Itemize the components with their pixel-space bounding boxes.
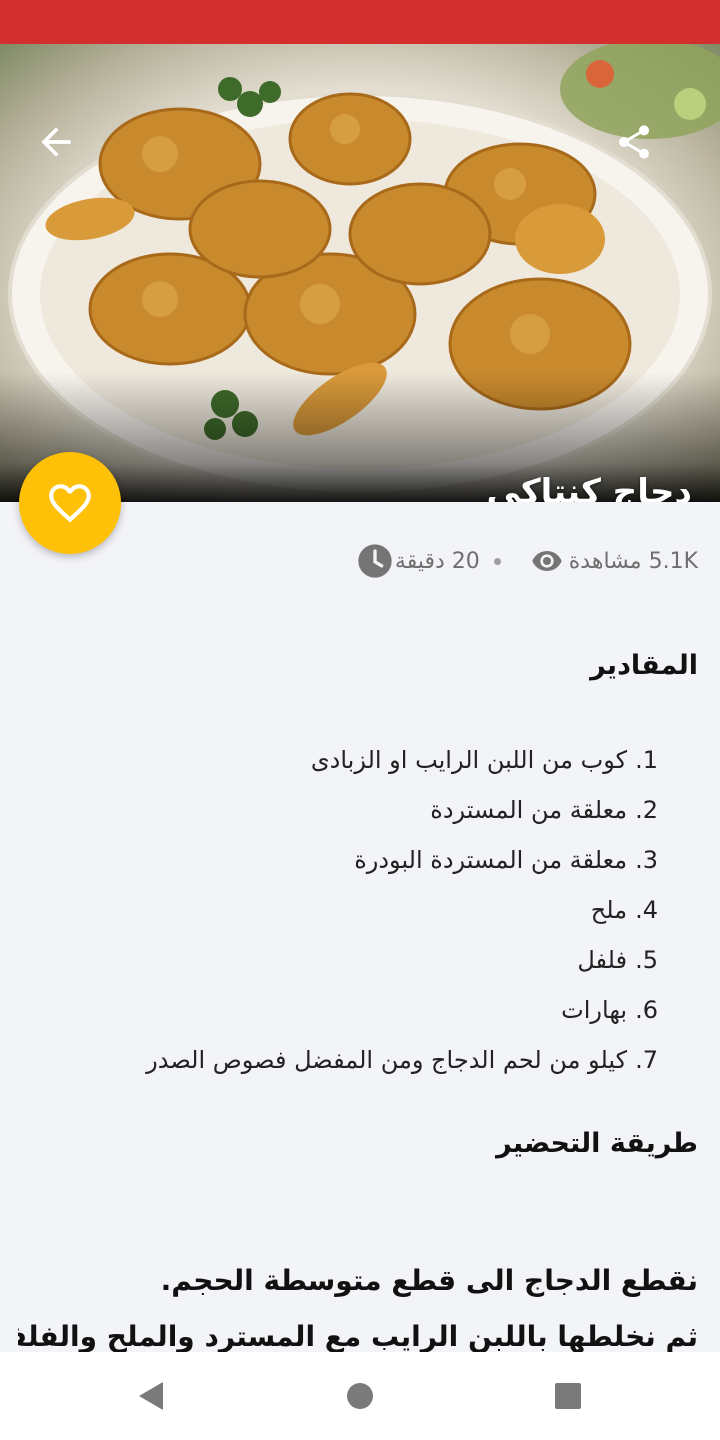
- ingredient-item: 2.معلقة من المستردة: [430, 796, 658, 824]
- share-button[interactable]: [608, 116, 660, 168]
- arrow-left-icon: [41, 127, 71, 157]
- ingredient-item: 5.فلفل: [577, 946, 658, 974]
- ingredient-item: 6.بهارات: [561, 996, 658, 1024]
- ingredients-list: 1.كوب من اللبن الرايب او الزبادى 2.معلقة…: [38, 738, 658, 1088]
- eye-icon: [532, 551, 562, 571]
- ingredients-heading: المقادير: [590, 650, 698, 681]
- recipe-meta: 20 دقيقة 5.1K مشاهدة: [343, 540, 698, 582]
- nav-recents-button[interactable]: [552, 1380, 584, 1412]
- recipe-title: دجاج كنتاكي: [486, 472, 692, 502]
- nav-back-icon: [139, 1382, 163, 1410]
- nav-recents-icon: [555, 1383, 581, 1409]
- meta-separator: [493, 557, 501, 565]
- nav-home-icon: [347, 1383, 373, 1409]
- preparation-step: نقطع الدجاج الى قطع متوسطة الحجم.: [160, 1264, 698, 1297]
- nav-home-button[interactable]: [344, 1380, 376, 1412]
- favorite-button[interactable]: [19, 452, 121, 554]
- heart-outline-icon: [49, 484, 91, 523]
- status-bar: [0, 0, 720, 44]
- system-nav-bar: [0, 1352, 720, 1440]
- ingredient-item: 1.كوب من اللبن الرايب او الزبادى: [310, 746, 658, 774]
- ingredient-item: 7.كيلو من لحم الدجاج ومن المفضل فصوص الص…: [146, 1046, 658, 1074]
- cook-time: 20 دقيقة: [394, 548, 480, 574]
- view-count: 5.1K مشاهدة: [568, 548, 698, 574]
- ingredient-item: 3.معلقة من المستردة البودرة: [354, 846, 658, 874]
- recipe-image: دجاج كنتاكي: [0, 44, 720, 502]
- clock-icon: [358, 544, 392, 578]
- share-icon: [619, 125, 649, 159]
- back-button[interactable]: [28, 114, 84, 170]
- nav-back-button[interactable]: [134, 1380, 166, 1412]
- ingredient-item: 4.ملح: [590, 896, 658, 924]
- preparation-heading: طريقة التحضير: [496, 1128, 698, 1159]
